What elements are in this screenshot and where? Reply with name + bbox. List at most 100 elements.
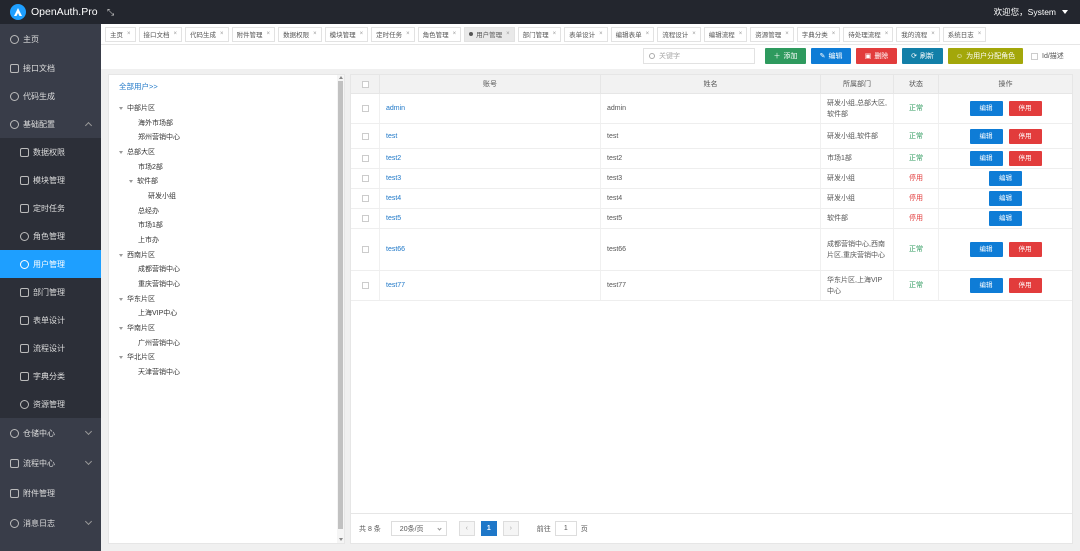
- account-cell[interactable]: test66: [380, 229, 601, 270]
- account-cell[interactable]: test3: [380, 169, 601, 188]
- tree-scrollbar[interactable]: [337, 75, 344, 543]
- sidebar-item-flow-design[interactable]: 流程设计: [0, 334, 101, 362]
- close-icon[interactable]: ×: [553, 31, 557, 37]
- row-edit-button[interactable]: 编辑: [989, 171, 1022, 186]
- header-name[interactable]: 姓名: [601, 75, 821, 94]
- row-disable-button[interactable]: 停用: [1008, 101, 1042, 116]
- user-menu[interactable]: 欢迎您，System: [994, 6, 1080, 18]
- select-all-checkbox[interactable]: [361, 80, 369, 88]
- sidebar-item-attachments[interactable]: 附件管理: [0, 478, 101, 508]
- scroll-thumb[interactable]: [338, 81, 343, 529]
- goto-page-input[interactable]: 1: [554, 521, 577, 536]
- tree-node[interactable]: 广州营销中心: [138, 338, 180, 348]
- tree-node[interactable]: 华北片区: [119, 352, 155, 362]
- account-cell[interactable]: test5: [380, 209, 601, 228]
- row-checkbox[interactable]: [361, 282, 369, 289]
- close-icon[interactable]: ×: [267, 31, 271, 37]
- row-disable-button[interactable]: 停用: [1008, 151, 1042, 166]
- search-input[interactable]: 关键字: [643, 48, 755, 64]
- row-edit-button[interactable]: 编辑: [969, 278, 1003, 293]
- row-disable-button[interactable]: 停用: [1008, 242, 1042, 257]
- sidebar-item-data-permission[interactable]: 数据权限: [0, 138, 101, 166]
- row-checkbox[interactable]: [361, 105, 369, 112]
- tab-scheduled-tasks[interactable]: 定时任务 ×: [371, 26, 415, 42]
- scroll-up-icon[interactable]: [339, 76, 343, 79]
- row-checkbox[interactable]: [361, 132, 369, 140]
- close-icon[interactable]: ×: [127, 31, 131, 37]
- close-icon[interactable]: ×: [832, 31, 836, 37]
- sidebar-item-basic-config[interactable]: 基础配置: [0, 110, 101, 138]
- tab-system-log[interactable]: 系统日志 ×: [942, 26, 987, 42]
- tree-node[interactable]: 成都营销中心: [138, 264, 180, 274]
- row-edit-button[interactable]: 编辑: [969, 151, 1003, 166]
- tab-attachments[interactable]: 附件管理 ×: [231, 26, 276, 42]
- close-icon[interactable]: ×: [692, 31, 696, 37]
- tree-node[interactable]: 海外市场部: [138, 118, 173, 128]
- close-icon[interactable]: ×: [360, 31, 364, 37]
- prev-page-button[interactable]: ‹: [458, 521, 475, 536]
- sidebar-item-warehouse[interactable]: 仓储中心: [0, 418, 101, 448]
- close-icon[interactable]: ×: [220, 31, 224, 37]
- app-logo[interactable]: OpenAuth.Pro: [0, 4, 101, 20]
- row-checkbox[interactable]: [361, 215, 369, 222]
- next-page-button[interactable]: ›: [502, 521, 519, 536]
- sidebar-item-users[interactable]: 用户管理: [0, 250, 101, 278]
- close-icon[interactable]: ×: [453, 31, 457, 37]
- sidebar-item-form-design[interactable]: 表单设计: [0, 306, 101, 334]
- header-dept[interactable]: 所属部门: [821, 75, 894, 94]
- id-desc-checkbox[interactable]: Id/描述: [1031, 51, 1064, 61]
- sidebar-item-scheduled-tasks[interactable]: 定时任务: [0, 194, 101, 222]
- account-cell[interactable]: test77: [380, 271, 601, 300]
- sidebar-item-resources[interactable]: 资源管理: [0, 390, 101, 418]
- close-icon[interactable]: ×: [406, 31, 410, 37]
- tree-node[interactable]: 天津营销中心: [138, 367, 180, 377]
- page-number-button[interactable]: 1: [480, 521, 497, 536]
- sidebar-item-departments[interactable]: 部门管理: [0, 278, 101, 306]
- tree-node[interactable]: 上海VIP中心: [138, 308, 177, 318]
- account-cell[interactable]: test4: [380, 189, 601, 208]
- tab-my-flows[interactable]: 我的流程 ×: [896, 26, 940, 42]
- tab-edit-flow[interactable]: 编辑流程 ×: [703, 26, 748, 42]
- assign-role-button[interactable]: ☺ 为用户分配角色: [948, 48, 1023, 64]
- refresh-button[interactable]: ⟳ 刷新: [902, 48, 943, 64]
- sidebar-item-modules[interactable]: 模块管理: [0, 166, 101, 194]
- close-icon[interactable]: ×: [506, 31, 510, 37]
- close-icon[interactable]: ×: [739, 31, 743, 37]
- row-edit-button[interactable]: 编辑: [989, 191, 1022, 206]
- row-checkbox[interactable]: [361, 246, 369, 253]
- row-edit-button[interactable]: 编辑: [989, 211, 1022, 226]
- tree-node[interactable]: 郑州营销中心: [138, 132, 180, 142]
- tree-node[interactable]: 研发小组: [148, 191, 176, 201]
- sidebar-item-dictionary[interactable]: 字典分类: [0, 362, 101, 390]
- tab-edit-form[interactable]: 编辑表单 ×: [610, 26, 655, 42]
- tree-all-users-link[interactable]: 全部用户>>: [119, 81, 158, 92]
- tab-resources[interactable]: 资源管理 ×: [750, 26, 794, 42]
- header-status[interactable]: 状态: [894, 75, 939, 94]
- sidebar-item-home[interactable]: 主页: [0, 24, 101, 54]
- sidebar-item-flow-center[interactable]: 流程中心: [0, 448, 101, 478]
- close-icon[interactable]: ×: [174, 31, 178, 37]
- row-checkbox[interactable]: [361, 195, 369, 202]
- tree-node[interactable]: 上市办: [138, 235, 159, 245]
- tab-codegen[interactable]: 代码生成 ×: [185, 26, 229, 42]
- tree-node[interactable]: 华东片区: [119, 294, 155, 304]
- row-disable-button[interactable]: 停用: [1008, 278, 1042, 293]
- header-account[interactable]: 账号: [380, 75, 601, 94]
- tree-node[interactable]: 西南片区: [119, 250, 155, 260]
- tab-dictionary[interactable]: 字典分类 ×: [796, 26, 841, 42]
- sidebar-item-message-log[interactable]: 消息日志: [0, 508, 101, 538]
- tree-node[interactable]: 市场2部: [138, 162, 163, 172]
- row-checkbox[interactable]: [361, 155, 369, 162]
- close-icon[interactable]: ×: [785, 31, 789, 37]
- tab-departments[interactable]: 部门管理 ×: [517, 26, 562, 42]
- account-cell[interactable]: test: [380, 124, 601, 148]
- edit-button[interactable]: ✎ 编辑: [811, 48, 851, 64]
- row-disable-button[interactable]: 停用: [1008, 128, 1042, 144]
- tree-node[interactable]: 重庆营销中心: [138, 279, 180, 289]
- tab-roles[interactable]: 角色管理 ×: [417, 26, 462, 42]
- scroll-down-icon[interactable]: [339, 538, 343, 541]
- close-icon[interactable]: ×: [978, 31, 982, 37]
- tab-pending-flows[interactable]: 待处理流程 ×: [843, 26, 894, 42]
- account-cell[interactable]: admin: [380, 94, 601, 123]
- tab-home[interactable]: 主页 ×: [105, 26, 136, 42]
